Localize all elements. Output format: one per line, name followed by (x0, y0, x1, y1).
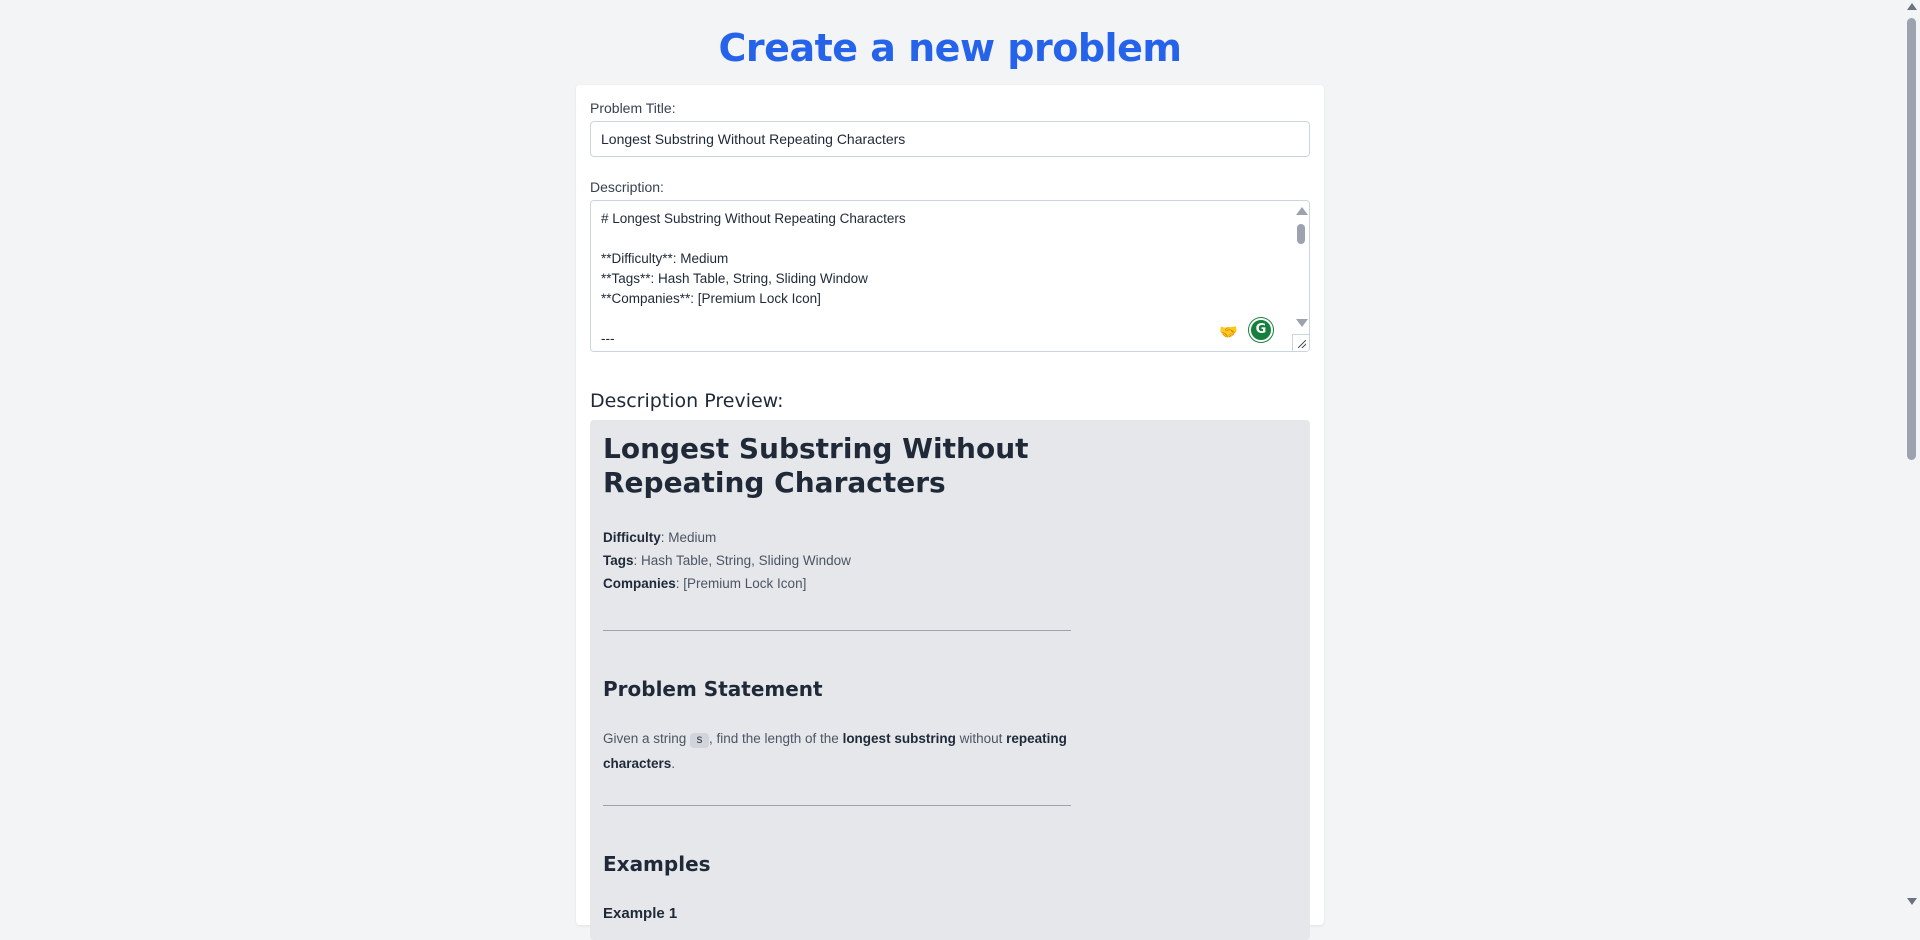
scroll-up-icon[interactable] (1296, 207, 1308, 215)
page-title: Create a new problem (718, 26, 1182, 70)
description-textarea[interactable]: # Longest Substring Without Repeating Ch… (590, 200, 1310, 352)
preview-difficulty: Difficulty: Medium (603, 530, 717, 545)
example-1-heading: Example 1 (603, 905, 678, 922)
page-scroll-thumb[interactable] (1907, 18, 1916, 460)
description-label: Description: (590, 179, 664, 195)
scroll-down-icon[interactable] (1907, 898, 1917, 905)
preview-title: Longest Substring Without Repeating Char… (603, 432, 1029, 499)
handshake-icon[interactable]: 🤝 (1219, 323, 1238, 341)
problem-title-input[interactable] (590, 121, 1310, 157)
description-text[interactable]: # Longest Substring Without Repeating Ch… (601, 209, 1281, 349)
scroll-down-icon[interactable] (1296, 319, 1308, 327)
textarea-scrollbar[interactable] (1293, 201, 1309, 351)
preview-companies: Companies: [Premium Lock Icon] (603, 576, 807, 591)
preview-tags: Tags: Hash Table, String, Sliding Window (603, 553, 851, 568)
textarea-resize-handle[interactable] (1292, 334, 1309, 351)
scroll-up-icon[interactable] (1907, 3, 1917, 10)
preview-divider (603, 630, 1071, 631)
textarea-scroll-thumb[interactable] (1297, 224, 1305, 244)
description-preview-heading: Description Preview: (590, 390, 784, 412)
description-preview: Longest Substring Without Repeating Char… (590, 420, 1310, 940)
problem-statement-text: Given a string s, find the length of the… (603, 731, 1067, 771)
grammarly-icon[interactable]: G (1249, 318, 1273, 342)
preview-divider (603, 805, 1071, 806)
page-scrollbar[interactable] (1903, 0, 1920, 910)
problem-title-label: Problem Title: (590, 100, 676, 116)
create-problem-form: Problem Title: Description: # Longest Su… (576, 85, 1324, 940)
problem-statement-heading: Problem Statement (603, 677, 823, 701)
inline-code: s (690, 733, 709, 748)
examples-heading: Examples (603, 852, 711, 876)
